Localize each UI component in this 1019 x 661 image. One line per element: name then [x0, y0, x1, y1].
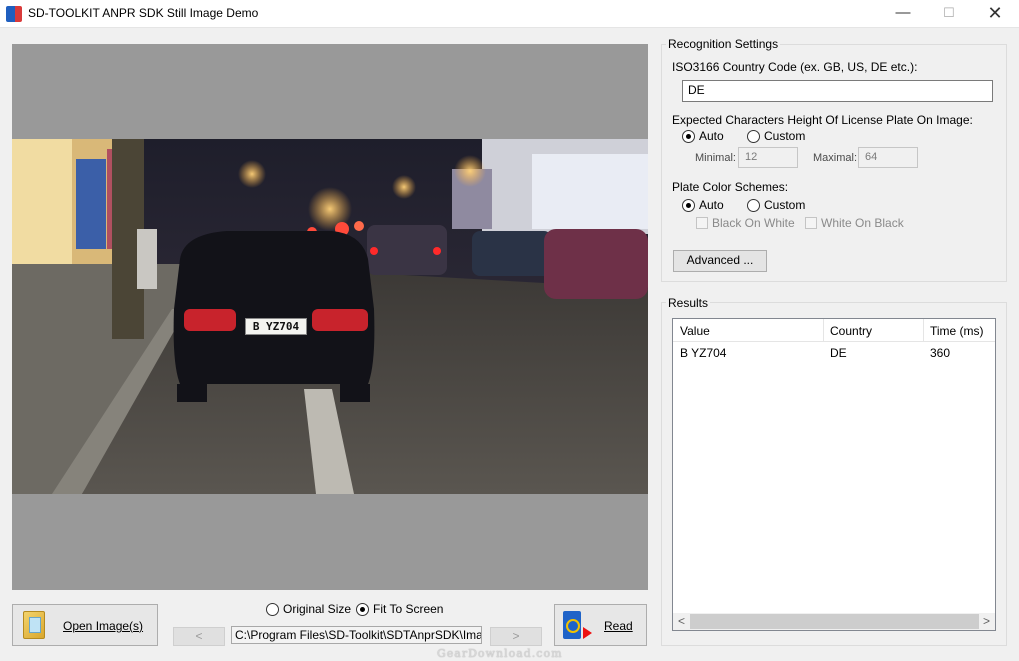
radio-selected-icon: [356, 602, 369, 616]
play-arrow-icon: [583, 627, 592, 639]
scroll-left-icon[interactable]: <: [673, 613, 690, 630]
read-button[interactable]: Read: [554, 604, 647, 646]
black-on-white-label: Black On White: [712, 216, 795, 230]
title-bar: SD-TOOLKIT ANPR SDK Still Image Demo — ☐…: [0, 0, 1019, 28]
read-label: Read: [604, 619, 633, 633]
plate-color-label: Plate Color Schemes:: [672, 180, 789, 194]
radio-selected-icon: [682, 198, 695, 212]
image-viewer: B YZ704: [12, 44, 648, 590]
country-code-label: ISO3166 Country Code (ex. GB, US, DE etc…: [672, 60, 918, 74]
close-button[interactable]: ✕: [972, 0, 1018, 28]
next-image-button[interactable]: >: [490, 627, 542, 646]
radio-circle-icon: [266, 602, 279, 616]
advanced-button[interactable]: Advanced ...: [673, 250, 767, 272]
folder-open-icon: [23, 611, 45, 639]
street-photo: B YZ704: [12, 139, 648, 494]
maximal-label: Maximal:: [813, 152, 858, 164]
color-custom-label: Custom: [764, 198, 806, 212]
column-header-time[interactable]: Time (ms): [930, 324, 984, 338]
radio-circle-icon: [747, 129, 760, 143]
char-height-custom-label: Custom: [764, 129, 806, 143]
result-value-cell[interactable]: B YZ704: [680, 346, 726, 360]
original-size-label: Original Size: [283, 602, 352, 616]
column-separator[interactable]: [923, 319, 924, 341]
color-custom-radio[interactable]: Custom: [747, 198, 805, 212]
radio-circle-icon: [747, 198, 760, 212]
scrollbar-thumb[interactable]: [690, 614, 979, 629]
column-header-country[interactable]: Country: [830, 324, 872, 338]
open-images-button[interactable]: Open Image(s): [12, 604, 158, 646]
results-header: Value Country Time (ms): [673, 319, 995, 342]
open-images-label: Open Image(s): [63, 619, 144, 633]
column-header-value[interactable]: Value: [680, 324, 710, 338]
scanner-icon: [563, 611, 581, 639]
recognition-settings-title: Recognition Settings: [666, 37, 781, 51]
char-height-custom-radio[interactable]: Custom: [747, 129, 805, 143]
results-title: Results: [666, 296, 711, 310]
color-auto-label: Auto: [699, 198, 724, 212]
watermark: GearDownload.com: [437, 647, 563, 660]
horizontal-scrollbar[interactable]: < >: [673, 613, 995, 630]
checkbox-icon: [696, 217, 708, 229]
app-icon: [6, 6, 22, 22]
minimal-label: Minimal:: [695, 152, 736, 164]
minimize-button[interactable]: —: [880, 0, 926, 28]
checkbox-icon: [805, 217, 817, 229]
fit-to-screen-radio[interactable]: Fit To Screen: [356, 602, 443, 616]
black-on-white-checkbox[interactable]: Black On White: [696, 216, 795, 230]
maximize-button[interactable]: ☐: [926, 0, 972, 28]
char-height-label: Expected Characters Height Of License Pl…: [672, 113, 973, 127]
window-title: SD-TOOLKIT ANPR SDK Still Image Demo: [28, 6, 259, 20]
column-separator[interactable]: [823, 319, 824, 341]
image-path-field[interactable]: C:\Program Files\SD-Toolkit\SDTAnprSDK\I…: [231, 626, 482, 644]
result-country-cell[interactable]: DE: [830, 346, 847, 360]
results-list[interactable]: Value Country Time (ms) B YZ704 DE 360 <…: [672, 318, 996, 631]
scroll-right-icon[interactable]: >: [978, 613, 995, 630]
result-time-cell[interactable]: 360: [930, 346, 950, 360]
fit-to-screen-label: Fit To Screen: [373, 602, 444, 616]
char-height-auto-radio[interactable]: Auto: [682, 129, 724, 143]
street-photo-scene: [12, 139, 648, 494]
char-height-auto-label: Auto: [699, 129, 724, 143]
original-size-radio[interactable]: Original Size: [266, 602, 351, 616]
radio-selected-icon: [682, 129, 695, 143]
white-on-black-label: White On Black: [821, 216, 904, 230]
minimal-input[interactable]: 12: [738, 147, 798, 168]
license-plate: B YZ704: [245, 318, 307, 335]
color-auto-radio[interactable]: Auto: [682, 198, 724, 212]
maximal-input[interactable]: 64: [858, 147, 918, 168]
previous-image-button[interactable]: <: [173, 627, 225, 646]
country-code-input[interactable]: DE: [682, 80, 993, 102]
white-on-black-checkbox[interactable]: White On Black: [805, 216, 904, 230]
